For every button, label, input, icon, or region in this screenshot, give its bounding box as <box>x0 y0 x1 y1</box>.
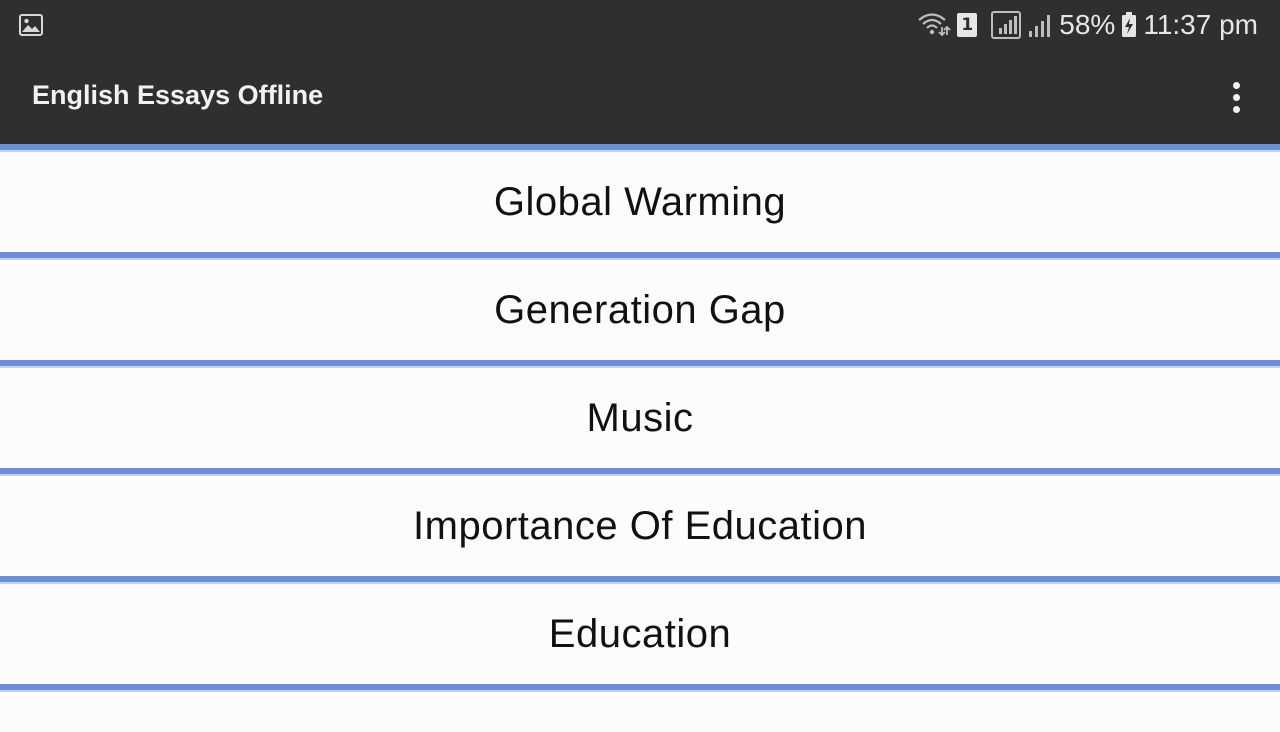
app-bar: English Essays Offline <box>0 50 1280 144</box>
list-item-education[interactable]: Education <box>0 584 1280 684</box>
divider <box>0 144 1280 152</box>
more-vert-icon[interactable] <box>1220 76 1252 118</box>
list-item-importance-of-education[interactable]: Importance Of Education <box>0 476 1280 576</box>
battery-charging-icon <box>1121 12 1137 38</box>
divider <box>0 468 1280 476</box>
menu-dot <box>1232 105 1240 113</box>
list-item-label: Generation Gap <box>494 287 786 332</box>
list-item-label: Education <box>548 611 732 656</box>
list-item-partial[interactable] <box>0 692 1280 732</box>
list-item-label: Music <box>586 395 694 440</box>
sim-badge: 1 <box>957 13 978 37</box>
image-notification-icon <box>19 14 43 36</box>
signal-icon-2 <box>1027 11 1053 39</box>
divider <box>0 252 1280 260</box>
page-title: English Essays Offline <box>32 80 324 110</box>
divider <box>0 360 1280 368</box>
divider <box>0 576 1280 584</box>
essay-list: Global Warming Generation Gap Music Impo… <box>0 144 1280 732</box>
list-item-music[interactable]: Music <box>0 368 1280 468</box>
menu-dot <box>1232 81 1240 89</box>
list-item-label: Global Warming <box>493 179 787 224</box>
clock: 11:37 pm <box>1143 9 1258 40</box>
status-icons: 1 58% 11:37 pm <box>917 0 1258 50</box>
list-item-generation-gap[interactable]: Generation Gap <box>0 260 1280 360</box>
list-item-label: Importance Of Education <box>413 503 867 548</box>
battery-percent: 58% <box>1059 9 1116 40</box>
status-bar: 1 58% 11:37 pm <box>0 0 1280 50</box>
wifi-icon <box>917 11 951 39</box>
divider <box>0 684 1280 692</box>
menu-dot <box>1232 93 1240 101</box>
list-item-global-warming[interactable]: Global Warming <box>0 152 1280 252</box>
signal-icon <box>991 11 1022 39</box>
